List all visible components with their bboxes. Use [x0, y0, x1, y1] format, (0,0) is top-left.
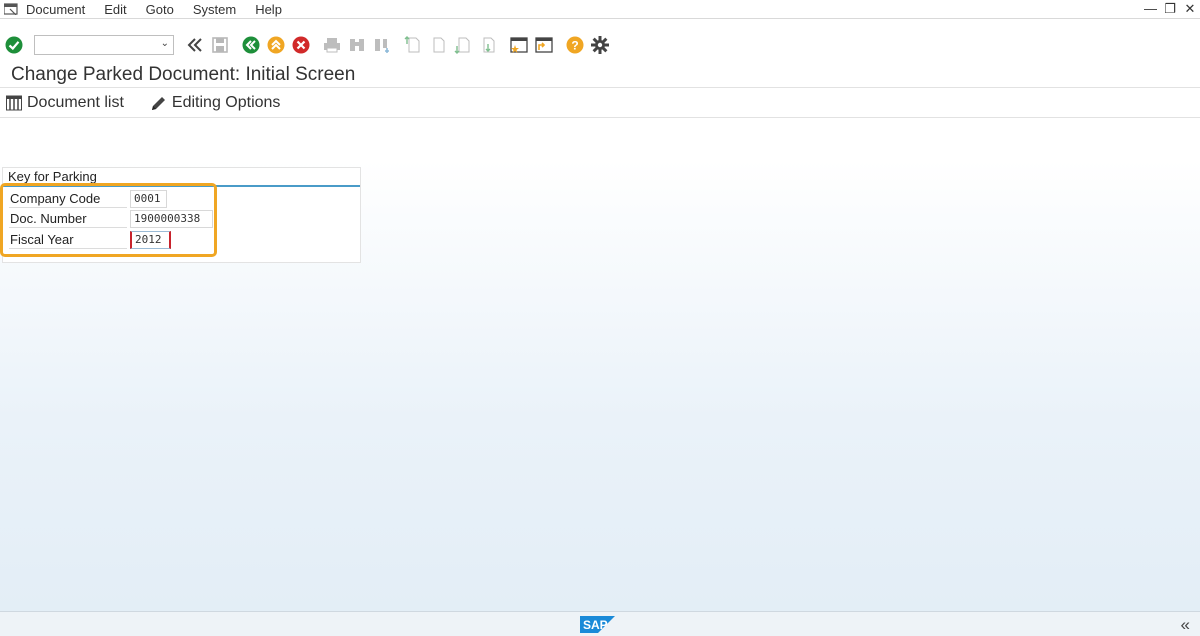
fiscal-year-field[interactable]: 2012	[130, 231, 171, 249]
window-controls: — ❐ ✕	[1144, 1, 1196, 17]
find-icon	[346, 34, 368, 56]
group-title-underline	[3, 185, 360, 187]
close-icon[interactable]: ✕	[1184, 1, 1196, 17]
document-list-label: Document list	[27, 94, 124, 111]
key-for-parking-group: Key for Parking Company Code 0001 Doc. N…	[2, 167, 361, 263]
find-next-icon	[371, 34, 393, 56]
application-toolbar: Document list Editing Options	[0, 89, 1200, 118]
minimize-icon[interactable]: —	[1144, 1, 1157, 17]
doc-number-field[interactable]: 1900000338	[130, 210, 213, 228]
svg-text:?: ?	[571, 39, 578, 53]
company-code-label: Company Code	[9, 189, 127, 208]
status-bar: SAP «	[0, 611, 1200, 636]
fiscal-year-row: Fiscal Year 2012	[9, 230, 214, 249]
doc-number-row: Doc. Number 1900000338	[9, 209, 214, 228]
menu-edit[interactable]: Edit	[104, 2, 126, 17]
enter-icon[interactable]	[3, 34, 25, 56]
menu-goto[interactable]: Goto	[146, 2, 174, 17]
help-icon[interactable]: ?	[564, 34, 586, 56]
collapse-statusbar-button[interactable]: «	[1181, 615, 1190, 635]
previous-page-icon	[427, 34, 449, 56]
table-grid-icon	[6, 95, 22, 111]
print-icon	[321, 34, 343, 56]
menu-document[interactable]: Document	[26, 2, 85, 17]
settings-gear-icon[interactable]	[589, 34, 611, 56]
company-code-field[interactable]: 0001	[130, 190, 167, 208]
standard-toolbar: ⌄ ?	[0, 31, 1200, 59]
chevron-down-icon[interactable]: ⌄	[161, 38, 169, 49]
exit-icon[interactable]	[265, 34, 287, 56]
last-page-icon	[477, 34, 499, 56]
doc-number-label: Doc. Number	[9, 209, 127, 228]
command-input[interactable]	[35, 36, 153, 54]
sap-logo: SAP	[580, 616, 615, 633]
restore-icon[interactable]: ❐	[1164, 1, 1176, 17]
back-double-chevron-icon[interactable]	[184, 34, 206, 56]
group-title: Key for Parking	[8, 169, 97, 184]
menu-help[interactable]: Help	[255, 2, 282, 17]
svg-text:SAP: SAP	[583, 618, 608, 632]
cancel-icon[interactable]	[290, 34, 312, 56]
page-title: Change Parked Document: Initial Screen	[11, 64, 356, 85]
menu-system[interactable]: System	[193, 2, 236, 17]
document-list-button[interactable]: Document list	[6, 94, 124, 112]
pencil-icon	[151, 96, 165, 110]
generate-shortcut-icon[interactable]	[533, 34, 555, 56]
fiscal-year-label: Fiscal Year	[9, 230, 127, 249]
title-bar: Change Parked Document: Initial Screen	[0, 60, 1200, 88]
menu-bar: Document Edit Goto System Help — ❐ ✕	[0, 0, 1200, 19]
company-code-row: Company Code 0001	[9, 189, 214, 208]
editing-options-button[interactable]: Editing Options	[150, 94, 281, 112]
save-icon	[209, 34, 231, 56]
menu-icon[interactable]	[4, 3, 18, 15]
next-page-icon	[452, 34, 474, 56]
create-session-icon[interactable]	[508, 34, 530, 56]
command-field[interactable]: ⌄	[34, 35, 174, 55]
editing-options-label: Editing Options	[171, 94, 281, 111]
back-icon[interactable]	[240, 34, 262, 56]
first-page-icon	[402, 34, 424, 56]
